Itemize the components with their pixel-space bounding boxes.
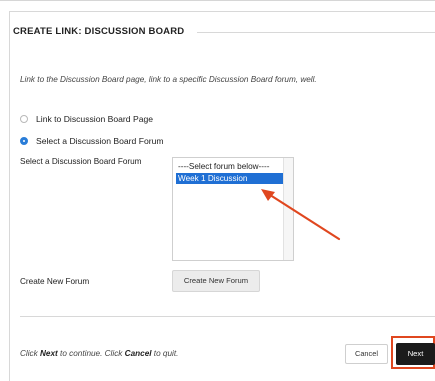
- create-forum-label: Create New Forum: [20, 277, 90, 286]
- radio-link-page[interactable]: Link to Discussion Board Page: [20, 112, 153, 126]
- cancel-button[interactable]: Cancel: [345, 344, 388, 364]
- instructions-text: Link to the Discussion Board page, link …: [20, 75, 317, 84]
- annotation-arrow-icon: [261, 189, 341, 241]
- create-new-forum-button[interactable]: Create New Forum: [172, 270, 260, 292]
- footer-cancel-word: Cancel: [124, 349, 152, 358]
- footer-text-middle: to continue. Click: [57, 349, 125, 358]
- top-border: [0, 0, 435, 1]
- radio-link-page-label: Link to Discussion Board Page: [36, 114, 154, 124]
- radio-select-forum-label: Select a Discussion Board Forum: [36, 136, 164, 146]
- radio-select-forum-circle[interactable]: [20, 137, 28, 145]
- section-title: CREATE LINK: DISCUSSION BOARD: [13, 26, 185, 37]
- footer-instructions: Click Next to continue. Click Cancel to …: [20, 349, 178, 358]
- footer-text-prefix: Click: [20, 349, 41, 358]
- footer-text-suffix: to quit.: [151, 349, 179, 358]
- next-button[interactable]: Next: [396, 343, 435, 365]
- listbox-placeholder-option[interactable]: ----Select forum below----: [178, 161, 269, 172]
- radio-select-forum[interactable]: Select a Discussion Board Forum: [20, 134, 164, 148]
- footer-next-word: Next: [40, 349, 58, 358]
- title-divider: [197, 32, 435, 33]
- forum-select-label: Select a Discussion Board Forum: [20, 157, 142, 166]
- footer-divider: [20, 316, 435, 317]
- listbox-selected-option[interactable]: Week 1 Discussion: [176, 173, 284, 184]
- radio-link-page-circle[interactable]: [20, 115, 28, 123]
